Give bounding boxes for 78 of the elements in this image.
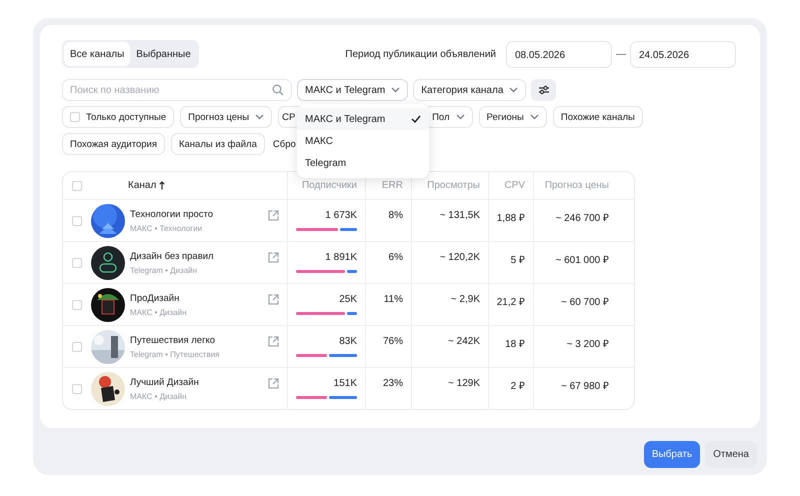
filter-chip[interactable]: Похожая аудитория bbox=[62, 133, 165, 155]
err-value: 6% bbox=[388, 252, 403, 263]
views-value: ~ 242K bbox=[448, 336, 480, 347]
external-link-icon[interactable] bbox=[268, 294, 279, 305]
cpv-value: 5 ₽ bbox=[510, 254, 525, 266]
err-value: 11% bbox=[384, 294, 403, 305]
caret-icon bbox=[255, 114, 264, 120]
views-value: ~ 129K bbox=[448, 378, 480, 389]
row-checkbox[interactable] bbox=[72, 384, 82, 394]
views-value: ~ 2,9K bbox=[450, 294, 480, 305]
period-label: Период публикации объявлений bbox=[345, 48, 496, 60]
sliders-icon bbox=[538, 85, 550, 95]
cpv-value: 18 ₽ bbox=[505, 338, 525, 350]
search-field[interactable]: Поиск по названию bbox=[62, 79, 292, 101]
select-button[interactable]: Выбрать bbox=[644, 441, 700, 468]
cpv-value: 2 ₽ bbox=[510, 380, 525, 392]
filter-checkbox[interactable]: Только доступные bbox=[62, 106, 174, 128]
date-field[interactable]: 24.05.2026 bbox=[630, 40, 736, 68]
menu-option[interactable]: МАКС bbox=[297, 130, 429, 152]
subscribers-count: 1 673K bbox=[325, 210, 357, 221]
date-separator: — bbox=[616, 48, 626, 60]
subscribers-count: 83K bbox=[339, 336, 357, 347]
reset-link[interactable]: Сбро bbox=[272, 138, 296, 150]
price-forecast: ~ 3 200 ₽ bbox=[566, 338, 609, 350]
view-tab[interactable]: Выбранные bbox=[130, 42, 197, 66]
channel-name[interactable]: Технологии просто bbox=[130, 208, 264, 220]
caret-icon bbox=[530, 114, 539, 120]
price-forecast: ~ 67 980 ₽ bbox=[561, 380, 609, 392]
menu-option[interactable]: Telegram bbox=[297, 152, 429, 174]
err-value: 8% bbox=[388, 210, 403, 221]
channel-meta: Telegram • Путешествия bbox=[130, 350, 221, 358]
channel-name[interactable]: Путешествия легко bbox=[130, 334, 264, 346]
row-checkbox[interactable] bbox=[72, 300, 82, 310]
search-icon bbox=[272, 84, 284, 96]
channel-meta: МАКС • Дизайн bbox=[130, 392, 188, 400]
err-value: 23% bbox=[382, 378, 403, 389]
caret-icon bbox=[456, 114, 465, 120]
cancel-button[interactable]: Отмена bbox=[705, 441, 757, 468]
price-forecast: ~ 246 700 ₽ bbox=[555, 212, 609, 224]
subscribers-count: 25K bbox=[339, 294, 357, 305]
external-link-icon[interactable] bbox=[268, 210, 279, 221]
views-value: ~ 131,5K bbox=[440, 210, 480, 221]
platform-select[interactable]: МАКС и Telegram bbox=[297, 79, 408, 101]
price-forecast: ~ 60 700 ₽ bbox=[561, 296, 609, 308]
column-header[interactable]: Канал bbox=[128, 180, 156, 191]
channel-meta: МАКС • Технологии bbox=[130, 224, 204, 232]
channel-name[interactable]: Лучший Дизайн bbox=[130, 376, 264, 388]
row-checkbox[interactable] bbox=[72, 342, 82, 352]
caret-icon bbox=[391, 87, 400, 93]
channel-name[interactable]: ПроДизайн bbox=[130, 292, 264, 304]
filter-dropdown[interactable]: Регионы bbox=[478, 106, 547, 128]
external-link-icon[interactable] bbox=[268, 378, 279, 389]
menu-option[interactable]: МАКС и Telegram bbox=[297, 108, 429, 130]
views-value: ~ 120,2K bbox=[440, 252, 480, 263]
subscribers-count: 151K bbox=[334, 378, 357, 389]
cpv-value: 1,88 ₽ bbox=[496, 212, 525, 224]
select-all-checkbox[interactable] bbox=[72, 180, 82, 190]
filter-dropdown[interactable]: Прогноз цены bbox=[180, 106, 272, 128]
external-link-icon[interactable] bbox=[268, 252, 279, 263]
check-icon bbox=[411, 115, 421, 123]
external-link-icon[interactable] bbox=[268, 336, 279, 347]
filter-chip[interactable]: Каналы из файла bbox=[170, 133, 265, 155]
channel-meta: МАКС • Дизайн bbox=[130, 308, 188, 316]
cpv-value: 21,2 ₽ bbox=[496, 296, 525, 308]
channel-meta: Telegram • Дизайн bbox=[130, 266, 198, 274]
category-select[interactable]: Категория канала bbox=[413, 79, 526, 101]
row-checkbox[interactable] bbox=[72, 258, 82, 268]
row-checkbox[interactable] bbox=[72, 216, 82, 226]
view-tab[interactable]: Все каналы bbox=[64, 42, 130, 66]
sort-arrow-icon bbox=[159, 181, 166, 190]
channel-name[interactable]: Дизайн без правил bbox=[130, 250, 264, 262]
filter-chip[interactable]: Похожие каналы bbox=[552, 106, 643, 128]
date-field[interactable]: 08.05.2026 bbox=[506, 40, 612, 68]
err-value: 76% bbox=[382, 336, 403, 347]
filter-settings-button[interactable] bbox=[531, 79, 556, 101]
caret-icon bbox=[509, 87, 518, 93]
subscribers-count: 1 891K bbox=[325, 252, 357, 263]
price-forecast: ~ 601 000 ₽ bbox=[555, 254, 609, 266]
